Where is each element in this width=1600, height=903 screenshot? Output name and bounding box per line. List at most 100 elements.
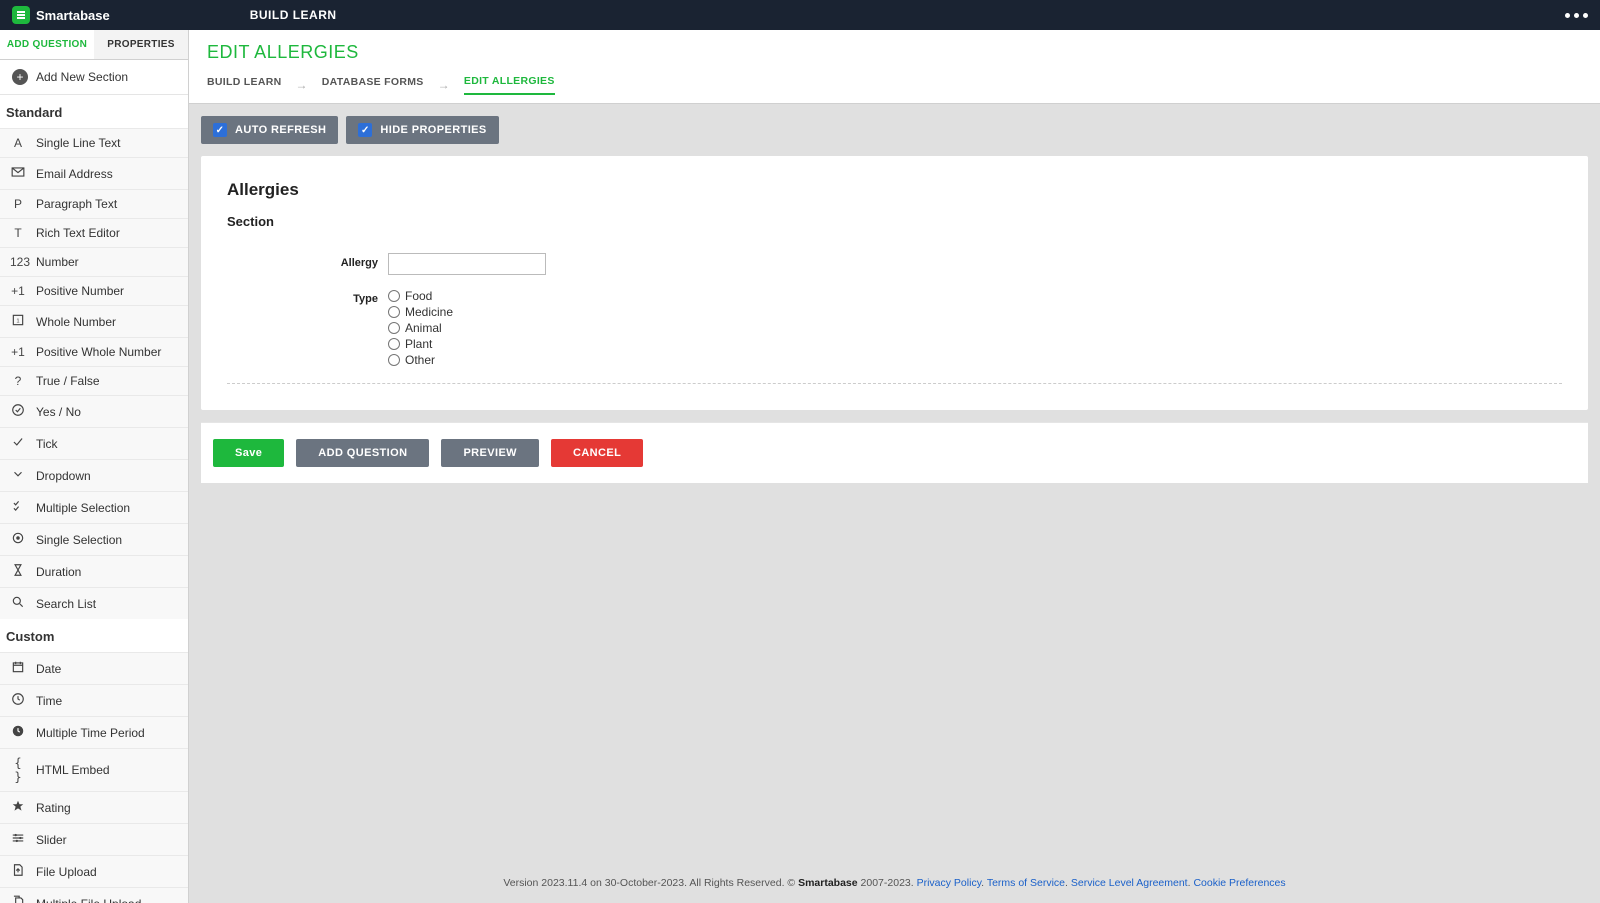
add-new-section[interactable]: + Add New Section bbox=[0, 60, 188, 95]
field-type-label: File Upload bbox=[36, 865, 97, 879]
field-type-html-embed[interactable]: { }HTML Embed bbox=[0, 748, 188, 791]
type-option-animal[interactable]: Animal bbox=[388, 321, 453, 335]
field-type: Type FoodMedicineAnimalPlantOther bbox=[227, 289, 1562, 367]
hourglass-icon bbox=[10, 563, 26, 580]
crumb-edit-allergies[interactable]: EDIT ALLERGIES bbox=[464, 75, 555, 95]
sla-link[interactable]: Service Level Agreement bbox=[1071, 877, 1188, 889]
+1-icon: +1 bbox=[10, 345, 26, 359]
radio-icon bbox=[10, 531, 26, 548]
sidebar: ADD QUESTION PROPERTIES + Add New Sectio… bbox=[0, 30, 189, 903]
field-type-single-line-text[interactable]: A Single Line Text bbox=[0, 128, 188, 157]
radio-input[interactable] bbox=[388, 322, 400, 334]
check-icon: ✓ bbox=[213, 123, 227, 137]
field-type-rich-text-editor[interactable]: TRich Text Editor bbox=[0, 218, 188, 247]
field-type-label: Slider bbox=[36, 833, 67, 847]
form-title: Allergies bbox=[227, 180, 1562, 200]
hide-properties-label: HIDE PROPERTIES bbox=[380, 124, 486, 136]
field-type-multiple-time-period[interactable]: Multiple Time Period bbox=[0, 716, 188, 748]
radio-input[interactable] bbox=[388, 306, 400, 318]
crumb-database-forms[interactable]: DATABASE FORMS bbox=[322, 76, 424, 94]
field-type-whole-number[interactable]: 1Whole Number bbox=[0, 305, 188, 337]
preview-button[interactable]: PREVIEW bbox=[441, 439, 539, 467]
file-icon bbox=[10, 863, 26, 880]
field-type-email-address[interactable]: Email Address bbox=[0, 157, 188, 189]
field-type-search-list[interactable]: Search List bbox=[0, 587, 188, 619]
multi-icon bbox=[10, 499, 26, 516]
field-type-file-upload[interactable]: File Upload bbox=[0, 855, 188, 887]
type-option-plant[interactable]: Plant bbox=[388, 337, 453, 351]
terms-link[interactable]: Terms of Service bbox=[987, 877, 1065, 889]
brand-icon bbox=[12, 6, 30, 24]
privacy-link[interactable]: Privacy Policy bbox=[917, 877, 982, 889]
field-type-time[interactable]: Time bbox=[0, 684, 188, 716]
+1-icon: +1 bbox=[10, 284, 26, 298]
crumb-build-learn[interactable]: BUILD LEARN bbox=[207, 76, 281, 94]
mail-icon bbox=[10, 165, 26, 182]
field-type-label: Number bbox=[36, 255, 79, 269]
field-type-label: Single Selection bbox=[36, 533, 122, 547]
tab-add-question[interactable]: ADD QUESTION bbox=[0, 30, 94, 59]
cookies-link[interactable]: Cookie Preferences bbox=[1193, 877, 1285, 889]
field-type-label: Dropdown bbox=[36, 469, 91, 483]
add-question-button[interactable]: ADD QUESTION bbox=[296, 439, 429, 467]
field-type-multiple-selection[interactable]: Multiple Selection bbox=[0, 491, 188, 523]
123-icon: 123 bbox=[10, 255, 26, 269]
field-type-positive-number[interactable]: +1Positive Number bbox=[0, 276, 188, 305]
sliders-icon bbox=[10, 831, 26, 848]
chevron-right-icon: → bbox=[295, 78, 307, 92]
allergy-input[interactable] bbox=[388, 253, 546, 275]
star-icon bbox=[10, 799, 26, 816]
radio-input[interactable] bbox=[388, 338, 400, 350]
save-button[interactable]: Save bbox=[213, 439, 284, 467]
chev-icon bbox=[10, 467, 26, 484]
field-type-label: Tick bbox=[36, 437, 58, 451]
field-type-label: Multiple Selection bbox=[36, 501, 130, 515]
separator bbox=[227, 383, 1562, 384]
footer-brand: Smartabase bbox=[798, 877, 858, 889]
field-type-duration[interactable]: Duration bbox=[0, 555, 188, 587]
page-title: EDIT ALLERGIES bbox=[207, 42, 1582, 63]
radio-label: Food bbox=[405, 289, 432, 303]
radio-input[interactable] bbox=[388, 290, 400, 302]
field-type-rating[interactable]: Rating bbox=[0, 791, 188, 823]
tab-properties[interactable]: PROPERTIES bbox=[94, 30, 188, 59]
more-menu-icon[interactable] bbox=[1565, 13, 1588, 18]
files-icon bbox=[10, 895, 26, 903]
field-type-multiple-file-upload[interactable]: Multiple File Upload bbox=[0, 887, 188, 903]
A-icon: A bbox=[10, 136, 26, 150]
radio-label: Medicine bbox=[405, 305, 453, 319]
field-type-tick[interactable]: Tick bbox=[0, 427, 188, 459]
type-option-food[interactable]: Food bbox=[388, 289, 453, 303]
check-icon bbox=[10, 435, 26, 452]
field-type-date[interactable]: Date bbox=[0, 652, 188, 684]
hide-properties-toggle[interactable]: ✓ HIDE PROPERTIES bbox=[346, 116, 498, 144]
field-type-label: Duration bbox=[36, 565, 81, 579]
field-type-yes-no[interactable]: Yes / No bbox=[0, 395, 188, 427]
field-type-dropdown[interactable]: Dropdown bbox=[0, 459, 188, 491]
field-type-true-false[interactable]: ? True / False bbox=[0, 366, 188, 395]
type-option-medicine[interactable]: Medicine bbox=[388, 305, 453, 319]
field-type-single-selection[interactable]: Single Selection bbox=[0, 523, 188, 555]
type-option-other[interactable]: Other bbox=[388, 353, 453, 367]
field-type-paragraph-text[interactable]: PParagraph Text bbox=[0, 189, 188, 218]
T-icon: T bbox=[10, 226, 26, 240]
radio-label: Animal bbox=[405, 321, 442, 335]
field-type-label: Time bbox=[36, 694, 62, 708]
field-type-label: Yes / No bbox=[36, 405, 81, 419]
field-type-number[interactable]: 123 Number bbox=[0, 247, 188, 276]
field-type-label: Multiple File Upload bbox=[36, 897, 141, 903]
field-type-positive-whole-number[interactable]: +1Positive Whole Number bbox=[0, 337, 188, 366]
group-custom-title: Custom bbox=[0, 619, 188, 652]
field-type-label: Date bbox=[36, 662, 61, 676]
field-type-label: True / False bbox=[36, 374, 100, 388]
field-type-label: Single Line Text bbox=[36, 136, 121, 150]
cancel-button[interactable]: CANCEL bbox=[551, 439, 643, 467]
field-type-slider[interactable]: Slider bbox=[0, 823, 188, 855]
check-icon: ✓ bbox=[358, 123, 372, 137]
?-icon: ? bbox=[10, 374, 26, 388]
brand[interactable]: Smartabase bbox=[12, 6, 110, 24]
field-type-label: Rating bbox=[36, 801, 71, 815]
allergy-label: Allergy bbox=[227, 253, 388, 269]
radio-input[interactable] bbox=[388, 354, 400, 366]
auto-refresh-toggle[interactable]: ✓ AUTO REFRESH bbox=[201, 116, 338, 144]
